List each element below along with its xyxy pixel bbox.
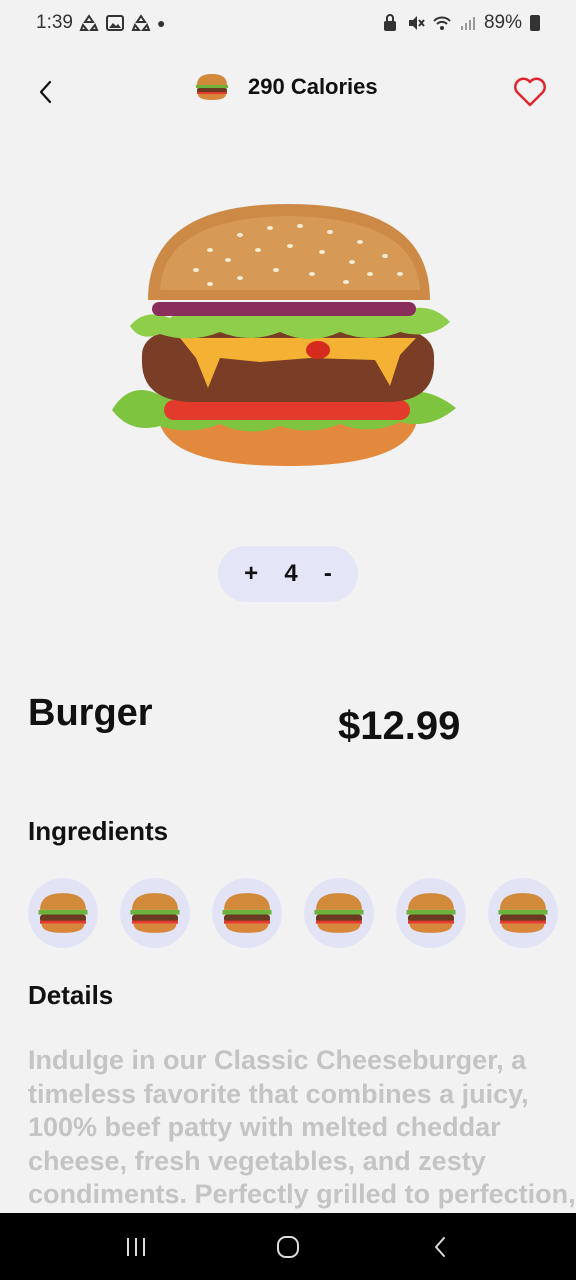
gallery-icon — [105, 15, 124, 31]
home-icon — [277, 1235, 299, 1258]
ingredient-item[interactable] — [28, 878, 98, 948]
ingredient-item[interactable] — [120, 878, 190, 948]
heart-outline-icon — [514, 77, 546, 107]
header: 290 Calories — [0, 62, 576, 118]
burger-icon — [314, 893, 364, 933]
recycle-icon — [79, 14, 99, 31]
home-button[interactable] — [263, 1227, 313, 1267]
chevron-left-icon — [435, 1236, 445, 1257]
ingredient-item[interactable] — [396, 878, 466, 948]
status-time: 1:39 — [36, 12, 73, 33]
details-title: Details — [28, 980, 114, 1010]
burger-icon — [38, 893, 88, 933]
dot-icon: ● — [156, 15, 166, 31]
battery-percent: 89% — [483, 12, 522, 33]
system-back-button[interactable] — [415, 1227, 465, 1267]
chevron-left-icon — [39, 80, 52, 104]
ingredients-title: Ingredients — [28, 816, 169, 846]
product-price: $12.99 — [338, 704, 461, 748]
status-bar: 1:39 ● 89% — [0, 0, 576, 46]
product-name: Burger — [28, 692, 153, 734]
status-left: 1:39 ● — [36, 12, 165, 34]
ingredients-list — [28, 878, 576, 950]
recent-apps-button[interactable] — [111, 1227, 161, 1267]
recent-apps-icon — [127, 1237, 145, 1256]
status-right: 89% — [380, 12, 540, 34]
quantity-value: 4 — [284, 560, 298, 587]
lock-icon — [383, 14, 396, 31]
ingredient-item[interactable] — [488, 878, 558, 948]
burger-icon — [130, 893, 180, 933]
burger-image — [112, 204, 456, 466]
increment-button[interactable]: + — [238, 560, 264, 588]
mute-icon — [408, 16, 425, 30]
back-button[interactable] — [26, 72, 66, 112]
burger-icon — [222, 893, 272, 933]
favorite-button[interactable] — [510, 72, 550, 112]
calories-label: 290 Calories — [248, 74, 378, 99]
battery-icon — [530, 15, 540, 31]
quantity-stepper: + 4 - — [218, 546, 358, 602]
calories-summary: 290 Calories — [194, 72, 378, 102]
decrement-button[interactable]: - — [318, 560, 338, 588]
burger-icon — [196, 74, 228, 100]
burger-icon — [498, 893, 548, 933]
wifi-icon — [433, 16, 451, 30]
system-nav-bar — [0, 1213, 576, 1280]
details-description: Indulge in our Classic Cheeseburger, a t… — [28, 1045, 576, 1209]
signal-icon — [460, 17, 475, 30]
recycle-icon — [131, 14, 151, 31]
ingredient-item[interactable] — [212, 878, 282, 948]
burger-icon — [406, 893, 456, 933]
ingredient-item[interactable] — [304, 878, 374, 948]
